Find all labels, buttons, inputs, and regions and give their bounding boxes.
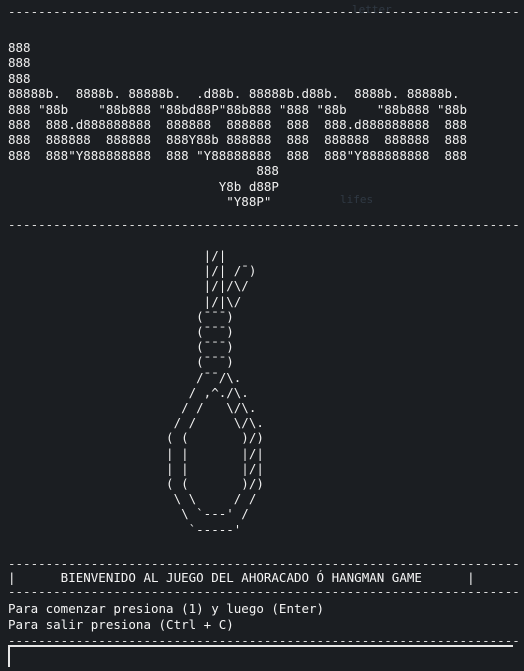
rule-top: ----------------------------------------… xyxy=(8,4,520,19)
title-ascii-art: 888 888 888 88888b. 8888b. 88888b. .d88b… xyxy=(8,40,468,210)
terminal-input[interactable] xyxy=(8,645,513,667)
exit-instruction: Para salir presiona (Ctrl + C) xyxy=(8,617,234,632)
terminal-output: ----------------------------------------… xyxy=(8,0,520,648)
gallows-ascii-art: |/| |/| /¯) |/|/\/ |/|\/ (¯¯¯) (¯¯¯) (¯¯… xyxy=(166,248,264,537)
rule-welcome-bottom: ----------------------------------------… xyxy=(8,584,520,599)
rule-mid: ----------------------------------------… xyxy=(8,217,520,232)
start-instruction: Para comenzar presiona (1) y luego (Ente… xyxy=(8,601,325,616)
